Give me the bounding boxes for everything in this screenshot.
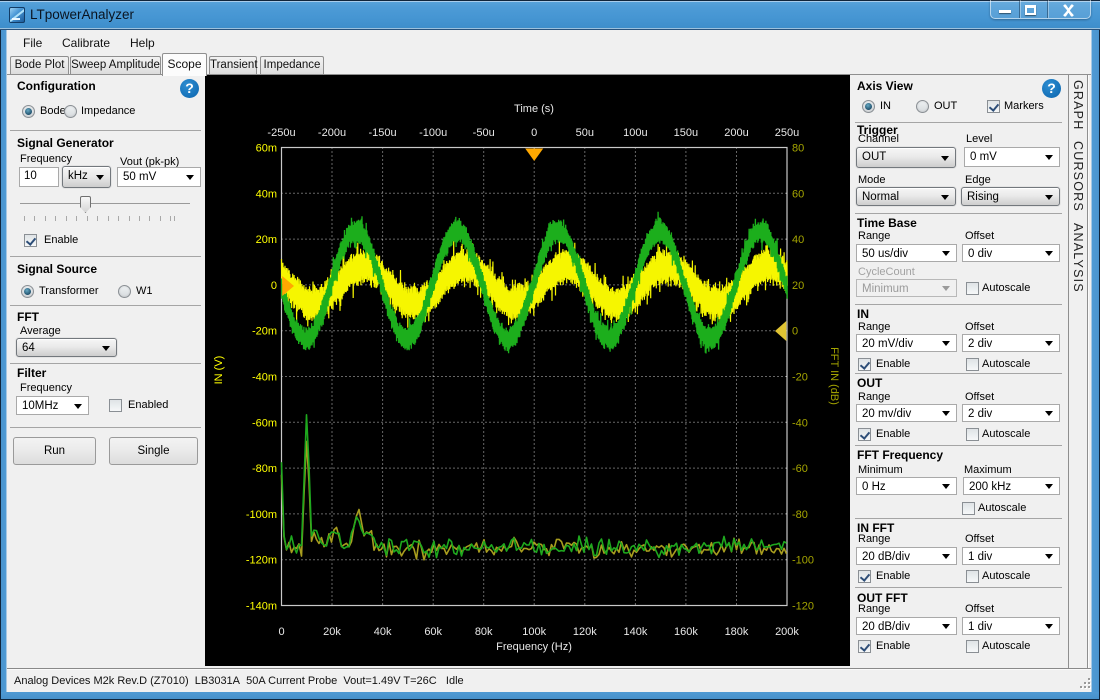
svg-text:0: 0 (531, 127, 537, 139)
svg-text:80: 80 (792, 143, 804, 155)
svg-text:-140m: -140m (246, 601, 277, 613)
svg-text:0: 0 (271, 280, 277, 292)
svg-text:FFT IN (dB): FFT IN (dB) (828, 347, 840, 405)
svg-text:-60m: -60m (252, 417, 277, 429)
svg-text:-120: -120 (792, 601, 814, 613)
svg-text:-120m: -120m (246, 555, 277, 567)
svg-text:100u: 100u (623, 127, 647, 139)
svg-text:-100u: -100u (419, 127, 447, 139)
svg-text:-100: -100 (792, 555, 814, 567)
svg-text:40m: 40m (256, 188, 277, 200)
svg-text:0: 0 (792, 326, 798, 338)
svg-text:Frequency (Hz): Frequency (Hz) (496, 641, 572, 653)
svg-text:60m: 60m (256, 143, 277, 155)
svg-text:60k: 60k (424, 626, 442, 638)
svg-text:100k: 100k (522, 626, 546, 638)
svg-text:-80: -80 (792, 509, 808, 521)
svg-text:-150u: -150u (369, 127, 397, 139)
svg-text:50u: 50u (576, 127, 594, 139)
svg-text:-40: -40 (792, 417, 808, 429)
svg-text:-60: -60 (792, 463, 808, 475)
svg-text:20m: 20m (256, 234, 277, 246)
svg-text:40: 40 (792, 234, 804, 246)
svg-text:40k: 40k (374, 626, 392, 638)
svg-text:-20m: -20m (252, 326, 277, 338)
svg-text:200k: 200k (775, 626, 799, 638)
svg-text:250u: 250u (775, 127, 799, 139)
svg-text:0: 0 (278, 626, 284, 638)
svg-text:20: 20 (792, 280, 804, 292)
svg-text:60: 60 (792, 188, 804, 200)
svg-text:160k: 160k (674, 626, 698, 638)
svg-text:-40m: -40m (252, 372, 277, 384)
svg-text:-80m: -80m (252, 463, 277, 475)
svg-text:-250u: -250u (267, 127, 295, 139)
svg-text:140k: 140k (623, 626, 647, 638)
svg-text:150u: 150u (674, 127, 698, 139)
svg-text:200u: 200u (724, 127, 748, 139)
svg-text:IN (V): IN (V) (213, 356, 225, 385)
svg-text:20k: 20k (323, 626, 341, 638)
svg-text:-50u: -50u (473, 127, 495, 139)
svg-text:-20: -20 (792, 372, 808, 384)
svg-text:80k: 80k (475, 626, 493, 638)
svg-text:180k: 180k (725, 626, 749, 638)
svg-text:Time (s): Time (s) (514, 103, 554, 115)
svg-text:120k: 120k (573, 626, 597, 638)
svg-text:-100m: -100m (246, 509, 277, 521)
svg-text:-200u: -200u (318, 127, 346, 139)
